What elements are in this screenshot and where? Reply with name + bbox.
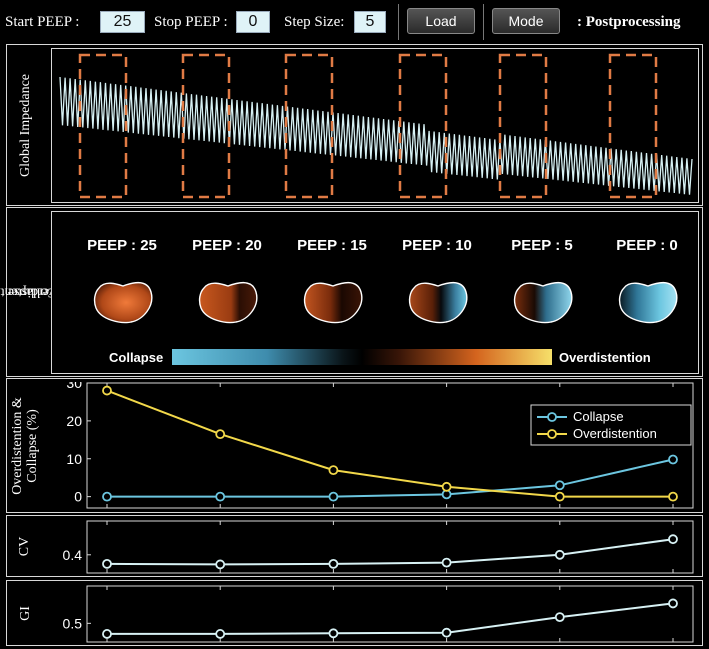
y-tick-label: 0.4 (63, 547, 83, 563)
eit-images-view: PEEP : 25 PEEP : 20 PEEP : 15 PEEP : 10 PEEP… (87, 237, 678, 365)
cv-panel: CV 0.4 (6, 515, 703, 577)
data-point (215, 629, 226, 639)
eit-images-panel: Overdistention & Collapse (0, 207, 703, 377)
impedance-trace (59, 76, 693, 195)
y-tick-label: 10 (66, 451, 82, 467)
impedance-plot-frame (51, 48, 699, 203)
legend-label: Collapse (573, 409, 624, 424)
peep-title: PEEP : 20 (192, 237, 262, 254)
data-point (215, 559, 226, 570)
data-point (102, 491, 112, 502)
data-point (102, 629, 112, 639)
series-line (106, 538, 674, 566)
data-point (328, 628, 339, 639)
gi-chart: 0.5 (63, 585, 694, 643)
od-collapse-row-label: Overdistention & Collapse (%) (7, 379, 43, 512)
y-tick-label: 0 (74, 489, 82, 505)
od-collapse-panel: Overdistention & Collapse (%) 0 10 20 30 Coll… (6, 375, 703, 513)
start-peep-field[interactable]: 25 (100, 11, 145, 33)
impedance-label: Global Impedance (17, 73, 33, 177)
data-point (554, 612, 565, 623)
step-size-field[interactable]: 5 (354, 11, 386, 33)
cv-ylabel: CV (17, 536, 33, 556)
y-tick-label: 30 (66, 382, 82, 391)
peep-title: PEEP : 25 (87, 237, 157, 254)
data-point (441, 557, 452, 568)
impedance-row-label: Global Impedance (7, 45, 43, 205)
toolbar-divider (483, 4, 484, 40)
eit-lung-image (198, 281, 258, 324)
cv-row-label: CV (7, 516, 43, 576)
toolbar-divider (398, 4, 399, 40)
colorbar (172, 349, 552, 365)
y-tick-label: 0.5 (63, 615, 83, 631)
colorbar-overdistention-label: Overdistention (559, 350, 651, 365)
series-line (107, 602, 674, 635)
gi-ylabel: GI (17, 605, 33, 621)
cv-chart: 0.4 (63, 520, 694, 574)
eit-lung-image (513, 281, 573, 324)
eit-lung-image (93, 281, 153, 324)
data-point (668, 598, 678, 609)
od-collapse-chart: 0 10 20 30 Collapse Overdistention (66, 375, 694, 509)
od-collapse-frame: 0 10 20 30 Collapse Overdistention (51, 375, 699, 510)
load-button[interactable]: Load (407, 8, 475, 34)
stop-peep-label: Stop PEEP : (154, 14, 228, 30)
gi-panel: GI 0.5 (6, 580, 703, 646)
colorbar-collapse-label: Collapse (109, 350, 163, 365)
eit-row-label: Overdistention & Collapse (0, 208, 66, 376)
legend-label: Overdistention (573, 426, 657, 441)
peep-step-window (398, 53, 448, 199)
eit-lung-image (408, 281, 468, 324)
data-point (554, 549, 565, 560)
eit-lung-image (303, 281, 363, 324)
data-point (668, 534, 678, 545)
data-point (102, 559, 112, 569)
legend-marker (547, 429, 557, 439)
peep-title: PEEP : 0 (616, 237, 677, 254)
peep-title: PEEP : 5 (511, 237, 572, 254)
data-point (668, 491, 678, 502)
data-point (102, 385, 112, 396)
stop-peep-field[interactable]: 0 (236, 11, 270, 33)
data-point (215, 429, 226, 440)
data-point (668, 454, 678, 465)
gi-frame: 0.5 (51, 584, 699, 644)
data-point (328, 465, 339, 476)
data-point (328, 491, 339, 502)
mode-status: : Postprocessing (577, 14, 681, 30)
data-point (554, 491, 565, 502)
mode-button[interactable]: Mode (492, 8, 560, 34)
legend-marker (547, 412, 557, 422)
data-point (441, 481, 452, 492)
toolbar: Start PEEP : 25 Stop PEEP : 0 Step Size:… (0, 0, 709, 44)
impedance-panel: Global Impedance (6, 44, 703, 206)
data-point (215, 491, 226, 502)
gi-row-label: GI (7, 581, 43, 645)
start-peep-label: Start PEEP : (5, 14, 80, 30)
y-tick-label: 20 (66, 413, 82, 429)
data-point (554, 480, 565, 491)
cv-frame: 0.4 (51, 519, 699, 575)
eit-label-block: Overdistention & Collapse (0, 243, 66, 341)
od-collapse-ylabel: Overdistention & Collapse (%) (10, 396, 41, 495)
eit-lung-image (618, 281, 678, 324)
eit-images-frame: PEEP : 25 PEEP : 20 PEEP : 15 PEEP : 10 PEEP… (51, 211, 699, 374)
peep-title: PEEP : 10 (402, 237, 472, 254)
peep-title: PEEP : 15 (297, 237, 367, 254)
impedance-trace-plot (59, 53, 693, 199)
data-point (328, 559, 339, 569)
step-size-label: Step Size: (284, 14, 345, 30)
data-point (441, 627, 452, 638)
